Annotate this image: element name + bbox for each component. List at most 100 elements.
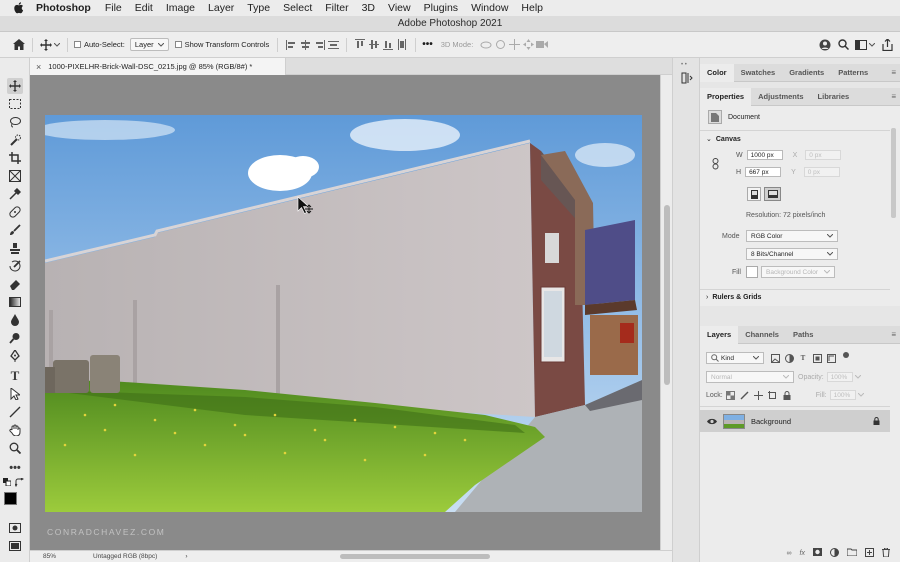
filter-type-icon[interactable]: T xyxy=(798,353,808,363)
align-bottom-icon[interactable] xyxy=(381,38,395,52)
tab-channels[interactable]: Channels xyxy=(738,326,786,344)
eraser-tool-icon[interactable] xyxy=(7,276,23,292)
filter-pixel-icon[interactable] xyxy=(770,353,780,363)
layer-name[interactable]: Background xyxy=(751,417,791,426)
tab-libraries[interactable]: Libraries xyxy=(811,88,857,106)
workspace-icon[interactable] xyxy=(854,38,868,52)
default-colors-icon[interactable] xyxy=(3,478,12,487)
menu-filter[interactable]: Filter xyxy=(325,2,348,14)
width-field[interactable]: 1000 px xyxy=(746,150,783,160)
edit-toolbar-icon[interactable]: ••• xyxy=(7,460,23,476)
y-field[interactable]: 0 px xyxy=(803,167,840,177)
tab-swatches[interactable]: Swatches xyxy=(734,64,783,82)
history-panel-icon[interactable] xyxy=(681,72,693,86)
filter-shape-icon[interactable] xyxy=(812,353,822,363)
brush-tool-icon[interactable] xyxy=(7,222,23,238)
distribute-icon[interactable] xyxy=(326,38,340,52)
show-transform-checkbox[interactable] xyxy=(174,41,182,48)
menu-plugins[interactable]: Plugins xyxy=(424,2,458,14)
layer-lock-icon[interactable] xyxy=(873,417,880,425)
filter-toggle-icon[interactable] xyxy=(843,352,849,358)
menu-type[interactable]: Type xyxy=(247,2,270,14)
landscape-orientation-icon[interactable] xyxy=(764,187,781,201)
filter-smart-object-icon[interactable] xyxy=(826,353,836,363)
auto-select-target-dropdown[interactable]: Layer xyxy=(129,38,169,51)
panel-menu-icon[interactable]: ≡ xyxy=(891,92,896,101)
move-tool-icon[interactable] xyxy=(39,38,53,52)
x-field[interactable]: 0 px xyxy=(805,150,842,160)
horizontal-scrollbar-thumb[interactable] xyxy=(340,554,490,559)
lock-position-icon[interactable] xyxy=(754,390,764,400)
eyedropper-tool-icon[interactable] xyxy=(7,186,23,202)
move-tool-icon[interactable] xyxy=(7,78,23,94)
menu-view[interactable]: View xyxy=(388,2,411,14)
hand-tool-icon[interactable] xyxy=(7,422,23,438)
vertical-scrollbar-thumb[interactable] xyxy=(664,205,670,385)
menu-layer[interactable]: Layer xyxy=(208,2,234,14)
panel-grip-icon[interactable]: • • xyxy=(681,62,687,68)
align-top-icon[interactable] xyxy=(353,38,367,52)
foreground-color-swatch[interactable] xyxy=(4,492,17,505)
opacity-field[interactable]: 100% xyxy=(826,372,853,382)
healing-brush-tool-icon[interactable] xyxy=(7,204,23,220)
delete-layer-icon[interactable] xyxy=(882,547,890,559)
panel-menu-icon[interactable]: ≡ xyxy=(891,330,896,339)
more-options-button[interactable]: ••• xyxy=(422,39,433,50)
share-icon[interactable] xyxy=(880,38,894,52)
tab-properties[interactable]: Properties xyxy=(700,87,752,106)
status-chevron-icon[interactable]: › xyxy=(185,553,187,560)
tab-adjustments[interactable]: Adjustments xyxy=(751,88,810,106)
align-center-icon[interactable] xyxy=(298,38,312,52)
type-tool-icon[interactable]: T xyxy=(7,368,23,384)
path-selection-tool-icon[interactable] xyxy=(7,386,23,402)
link-dimensions-icon[interactable] xyxy=(712,158,720,172)
workspace-chevron-icon[interactable] xyxy=(868,38,876,52)
app-menu[interactable]: Photoshop xyxy=(36,2,91,14)
tab-gradients[interactable]: Gradients xyxy=(782,64,831,82)
marquee-tool-icon[interactable] xyxy=(7,96,23,112)
layer-style-icon[interactable]: fx xyxy=(800,550,805,557)
kind-filter-dropdown[interactable]: Kind xyxy=(706,352,764,364)
filter-adjustment-icon[interactable] xyxy=(784,353,794,363)
menu-edit[interactable]: Edit xyxy=(135,2,153,14)
gradient-tool-icon[interactable] xyxy=(7,294,23,310)
link-layers-icon[interactable]: ∞ xyxy=(787,550,792,557)
document-canvas[interactable]: CONRADCHAVEZ.COM xyxy=(45,115,642,512)
align-right-icon[interactable] xyxy=(312,38,326,52)
lock-artboard-icon[interactable] xyxy=(768,390,778,400)
fill-color-swatch[interactable] xyxy=(746,266,758,278)
screen-mode-icon[interactable] xyxy=(7,538,23,554)
distribute-vertical-icon[interactable] xyxy=(395,38,409,52)
bit-depth-dropdown[interactable]: 8 Bits/Channel xyxy=(746,248,838,260)
line-tool-icon[interactable] xyxy=(7,404,23,420)
rulers-grids-title[interactable]: Rulers & Grids xyxy=(712,294,761,301)
home-icon[interactable] xyxy=(12,38,26,52)
align-left-icon[interactable] xyxy=(284,38,298,52)
share-person-icon[interactable] xyxy=(818,38,832,52)
tab-patterns[interactable]: Patterns xyxy=(831,64,875,82)
lock-pixels-icon[interactable] xyxy=(740,390,750,400)
menu-help[interactable]: Help xyxy=(521,2,543,14)
add-mask-icon[interactable] xyxy=(813,548,822,558)
layer-row-background[interactable]: Background xyxy=(700,410,890,432)
auto-select-checkbox[interactable] xyxy=(74,41,81,48)
quick-selection-tool-icon[interactable] xyxy=(7,132,23,148)
new-group-icon[interactable] xyxy=(846,548,858,558)
properties-scrollbar[interactable] xyxy=(891,128,896,218)
lasso-tool-icon[interactable] xyxy=(7,114,23,130)
fill-opacity-field[interactable]: 100% xyxy=(829,390,856,400)
search-icon[interactable] xyxy=(836,38,850,52)
lock-transparency-icon[interactable] xyxy=(726,390,736,400)
fill-dropdown[interactable]: Background Color xyxy=(761,266,835,278)
dodge-tool-icon[interactable] xyxy=(7,330,23,346)
panel-menu-icon[interactable]: ≡ xyxy=(891,68,896,77)
tab-paths[interactable]: Paths xyxy=(786,326,820,344)
canvas-collapse-icon[interactable]: ⌄ xyxy=(706,135,712,143)
swap-colors-icon[interactable] xyxy=(14,477,25,488)
adjustment-layer-icon[interactable] xyxy=(830,547,839,559)
close-tab-icon[interactable]: × xyxy=(36,62,41,72)
pen-tool-icon[interactable] xyxy=(7,348,23,364)
document-tab[interactable]: × 1000-PIXELHR-Brick-Wall-DSC_0215.jpg @… xyxy=(30,58,286,75)
crop-tool-icon[interactable] xyxy=(7,150,23,166)
blur-tool-icon[interactable] xyxy=(7,312,23,328)
